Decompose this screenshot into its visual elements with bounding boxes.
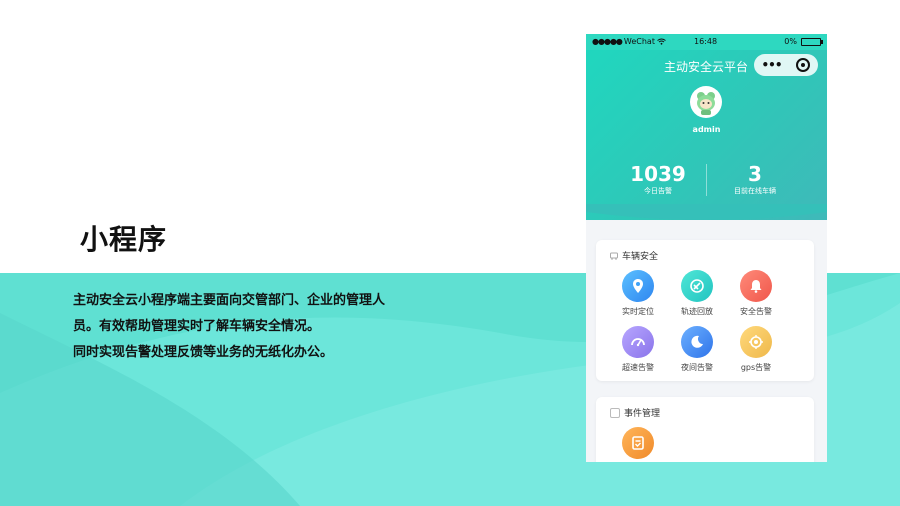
menu-safety-alarm[interactable]: 安全告警 [728,270,784,317]
menu-speeding-alarm[interactable]: 超速告警 [610,326,666,373]
avatar[interactable] [690,86,722,118]
phone-mockup: ●●●●● WeChat 16:48 0% 主动安全云平台 ••• admin … [586,34,827,462]
avatar-character-icon [697,92,715,115]
section-event-management: 事件管理 [596,397,814,462]
checklist-icon [622,427,654,459]
nav-title: 主动安全云平台 [664,60,749,74]
stat-label: 目前在线车辆 [734,187,776,195]
bell-icon [740,270,772,302]
menu-track-replay[interactable]: 轨迹回放 [669,270,725,317]
description-line: 同时实现告警处理反馈等业务的无纸化办公。 [73,345,334,360]
document-icon [610,407,620,418]
section-title: 事件管理 [610,406,660,419]
stat-today-alarms[interactable]: 1039 今日告警 [608,162,708,196]
description-line: 员。有效帮助管理实时了解车辆安全情况。 [73,319,321,334]
status-bar: ●●●●● WeChat 16:48 0% [586,34,827,50]
speedometer-icon [622,326,654,358]
menu-night-alarm[interactable]: 夜间告警 [669,326,725,373]
menu-event-item[interactable] [610,427,666,459]
track-replay-icon [681,270,713,302]
carrier-label: WeChat [623,37,655,46]
battery-percent: 0% [784,37,797,46]
slide-title: 小程序 [80,223,168,256]
menu-gps-alarm[interactable]: gps告警 [728,326,784,373]
battery-icon [801,37,823,46]
description-line: 主动安全云小程序端主要面向交管部门、企业的管理人 [73,293,386,308]
gps-target-icon [740,326,772,358]
stat-value: 3 [748,162,762,186]
stat-label: 今日告警 [644,187,672,195]
signal-dots-icon: ●●●●● [592,37,623,46]
close-target-icon[interactable] [796,58,811,72]
status-time: 16:48 [694,37,718,46]
more-options-icon[interactable]: ••• [761,59,782,71]
stat-online-vehicles[interactable]: 3 目前在线车辆 [705,162,805,196]
location-pin-icon [622,270,654,302]
header-curve [586,204,827,220]
username: admin [692,125,721,134]
section-vehicle-safety: 车辆安全 实时定位 轨迹回放 安全告警 超速告警 夜间告警 gps告警 [596,240,814,381]
miniprogram-capsule[interactable]: ••• [754,54,818,76]
slide-description: 主动安全云小程序端主要面向交管部门、企业的管理人 员。有效帮助管理实时了解车辆安… [73,288,443,366]
wifi-icon [657,38,666,45]
vehicle-icon [610,252,618,260]
moon-icon [681,326,713,358]
menu-realtime-location[interactable]: 实时定位 [610,270,666,317]
stat-value: 1039 [630,162,686,186]
section-title: 车辆安全 [610,249,658,262]
